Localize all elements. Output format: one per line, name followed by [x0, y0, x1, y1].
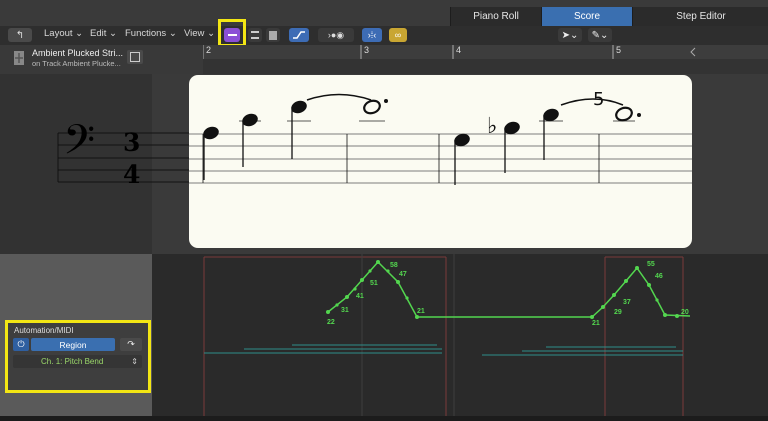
- functions-menu[interactable]: Functions ⌄: [125, 28, 177, 39]
- editor-tab-bar: Piano Roll Score Step Editor: [0, 0, 768, 26]
- pitch-bend-curve: [327, 260, 691, 318]
- automation-value: 20: [681, 309, 689, 316]
- tie: [560, 98, 624, 106]
- ruler-ticks: [203, 45, 696, 59]
- parameter-label: Ch. 1: Pitch Bend: [41, 357, 104, 366]
- midi-in-icon: ›●◉: [327, 29, 345, 40]
- midi-out-icon: ›⁞‹: [367, 30, 377, 40]
- staff-notation: ♭ 5: [189, 89, 692, 185]
- note: [363, 99, 388, 115]
- region-inspector-button[interactable]: [127, 50, 143, 64]
- pitch-bend-graph: 22 31 41 51 58 47 21 21 29 37 55 46 20: [203, 254, 691, 416]
- updown-chevron-icon: ⇕: [131, 357, 138, 366]
- bar-ruler[interactable]: 2 3 4 5: [203, 45, 768, 59]
- catch-icon: ↰: [15, 29, 25, 41]
- automation-value: 21: [417, 308, 425, 315]
- chevron-down-icon: ⌄: [168, 28, 177, 39]
- chevron-down-icon: ⌄: [75, 28, 84, 39]
- automation-curve-button[interactable]: ↷: [120, 338, 142, 351]
- pointer-tool-menu[interactable]: ➤⌄: [558, 28, 582, 42]
- link-button[interactable]: ∞: [389, 28, 407, 42]
- pencil-tool-menu[interactable]: ✎⌄: [588, 28, 612, 42]
- automation-value: 41: [356, 293, 364, 300]
- time-signature-bottom: 4: [123, 160, 141, 189]
- pencil-tool-icon: ✎⌄: [591, 29, 609, 41]
- automation-button[interactable]: [289, 28, 309, 42]
- automation-curve-icon: [293, 31, 305, 39]
- page-view-icon: [251, 31, 259, 39]
- note: [291, 100, 307, 159]
- automation-panel-title: Automation/MIDI: [14, 326, 74, 335]
- linear-view-icon: [227, 34, 237, 36]
- chevron-down-icon: ⌄: [207, 28, 216, 39]
- tab-piano-roll[interactable]: Piano Roll: [450, 7, 541, 26]
- power-icon: ⏻: [17, 339, 25, 349]
- view-menu[interactable]: View ⌄: [184, 28, 215, 39]
- automation-points: [326, 260, 679, 319]
- automation-parameter-select[interactable]: Ch. 1: Pitch Bend ⇕: [13, 355, 142, 368]
- print-view-button[interactable]: [266, 28, 280, 42]
- note: [454, 133, 470, 185]
- midi-out-button[interactable]: ›⁞‹: [362, 28, 382, 42]
- automation-value: 29: [614, 309, 622, 316]
- region-mode-button[interactable]: Region: [31, 338, 115, 351]
- link-icon: ∞: [394, 30, 402, 40]
- automation-value: 46: [655, 273, 663, 280]
- catch-button[interactable]: ↰: [8, 28, 32, 42]
- print-view-icon: [269, 30, 277, 40]
- tuplet-number: 5: [593, 89, 604, 110]
- automation-lane[interactable]: 22 31 41 51 58 47 21 21 29 37 55 46 20: [152, 254, 768, 416]
- page-view-button[interactable]: [248, 28, 262, 42]
- pointer-tool-icon: ➤⌄: [561, 29, 579, 41]
- instrument-icon: [12, 50, 26, 66]
- automation-value: 21: [592, 320, 600, 327]
- curve-arrow-icon: ↷: [127, 339, 135, 349]
- automation-value: 51: [370, 280, 378, 287]
- automation-value: 55: [647, 261, 655, 268]
- note: [203, 126, 219, 180]
- time-signature-top: 3: [123, 128, 141, 157]
- automation-value: 22: [327, 319, 335, 326]
- ruler-secondary-lane: [203, 59, 768, 74]
- chevron-down-icon: ⌄: [109, 28, 117, 39]
- tie: [306, 93, 372, 101]
- tab-score[interactable]: Score: [541, 7, 632, 26]
- automation-value: 31: [341, 307, 349, 314]
- linear-view-button[interactable]: [224, 28, 240, 42]
- score-toolbar: ↰ Layout ⌄ Edit ⌄ Functions ⌄ View ⌄ ›●◉…: [0, 19, 768, 47]
- automation-value: 58: [390, 262, 398, 269]
- note-icon: [130, 52, 140, 62]
- automation-value: 37: [623, 299, 631, 306]
- score-page[interactable]: ♭ 5: [189, 75, 692, 248]
- automation-power-button[interactable]: ⏻: [13, 338, 29, 351]
- layout-menu[interactable]: Layout ⌄: [44, 28, 83, 39]
- bass-clef-icon: 𝄢: [63, 116, 96, 174]
- automation-value: 47: [399, 271, 407, 278]
- note: [543, 108, 559, 160]
- flat-icon: ♭: [487, 114, 497, 139]
- edit-menu[interactable]: Edit ⌄: [90, 28, 117, 39]
- note: [615, 106, 641, 122]
- midi-in-button[interactable]: ›●◉: [318, 28, 354, 42]
- tab-step-editor[interactable]: Step Editor: [632, 7, 768, 26]
